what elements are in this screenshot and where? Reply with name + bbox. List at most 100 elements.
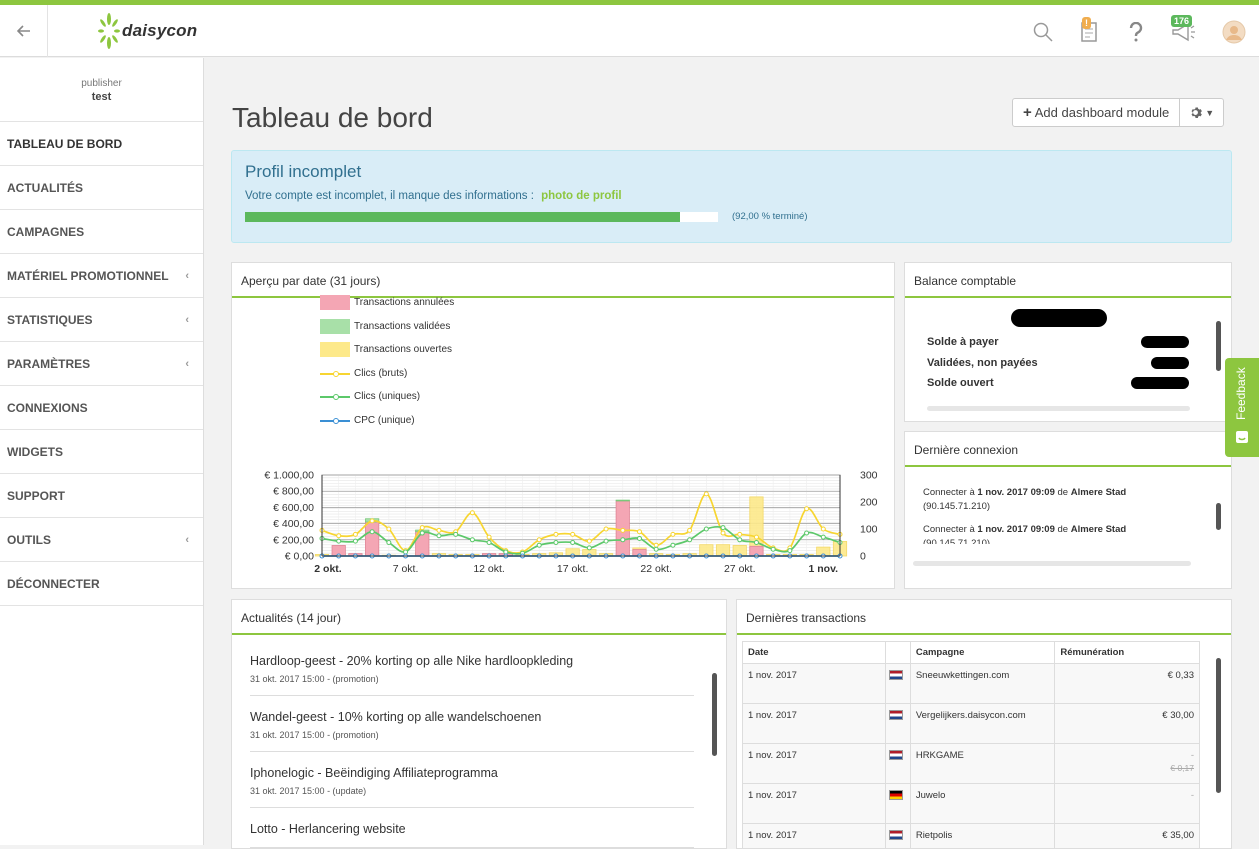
last-connection-panel: Dernière connexion Connecter à 1 nov. 20… [904,431,1232,589]
line-point [821,527,825,531]
alert-text: Votre compte est incomplet, il manque de… [245,190,1218,202]
news-item[interactable]: Wandel-geest - 10% korting op alle wande… [250,696,694,752]
tx-flag-cell [885,664,910,704]
add-dashboard-module-button[interactable]: + Add dashboard module [1013,99,1180,126]
gear-icon [1189,106,1202,119]
y-right-tick-label: 0 [860,551,866,563]
news-panel-title: Actualités (14 jour) [232,600,726,635]
tx-campaign[interactable]: Juwelo [910,784,1055,824]
sidebar-item-3[interactable]: MATÉRIEL PROMOTIONNEL‹ [0,254,203,298]
col-date[interactable]: Date [743,642,886,664]
line-point [621,528,625,532]
connection-hscrollbar[interactable] [913,561,1191,566]
add-dashboard-module-label: Add dashboard module [1035,105,1169,120]
connection-scrollbar[interactable] [1216,503,1221,530]
line-point [654,543,658,547]
sidebar-item-9[interactable]: OUTILS‹ [0,518,203,562]
line-point [404,550,408,554]
tx-campaign[interactable]: Sneeuwkettingen.com [910,664,1055,704]
feedback-tab[interactable]: Feedback [1225,358,1259,457]
sidebar-item-0[interactable]: TABLEAU DE BORD [0,122,203,166]
sidebar-item-6[interactable]: CONNEXIONS [0,386,203,430]
sidebar-item-5[interactable]: PARAMÈTRES‹ [0,342,203,386]
line-point [387,527,391,531]
missing-profile-photo-link[interactable]: photo de profil [541,190,621,202]
line-point [637,536,641,540]
table-row[interactable]: 1 nov. 2017Vergelijkers.daisycon.com€ 30… [743,704,1200,744]
news-item[interactable]: Lotto - Herlancering website [250,808,694,848]
flag-nl-icon [889,710,903,720]
y-left-tick-label: € 1.000,00 [264,470,314,482]
notifications-button[interactable]: ! [1074,17,1104,47]
tx-campaign[interactable]: Vergelijkers.daisycon.com [910,704,1055,744]
connection-list: Connecter à 1 nov. 2017 09:09 de Almere … [923,486,1203,544]
line-point [420,526,424,530]
top-bar: daisycon ! 176 [0,5,1259,57]
sidebar-item-label: CONNEXIONS [7,401,88,415]
news-title[interactable]: Lotto - Herlancering website [250,822,694,836]
col-campaign[interactable]: Campagne [910,642,1055,664]
news-title[interactable]: Hardloop-geest - 20% korting op alle Nik… [250,654,694,668]
sidebar-item-10[interactable]: DÉCONNECTER [0,562,203,606]
line-point [554,532,558,536]
sidebar-item-label: WIDGETS [7,445,63,459]
sidebar-item-label: PARAMÈTRES [7,357,90,371]
table-row[interactable]: 1 nov. 2017Rietpolis€ 35,00 [743,824,1200,849]
table-row[interactable]: 1 nov. 2017Juwelo- [743,784,1200,824]
line-point [370,530,374,534]
caret-down-icon: ▼ [1205,108,1214,118]
balance-panel-title: Balance comptable [905,263,1231,298]
search-button[interactable] [1028,17,1058,47]
line-point [554,541,558,545]
back-button[interactable] [0,5,48,57]
y-left-tick-label: € 200,00 [273,534,314,546]
transactions-scrollbar[interactable] [1216,658,1221,793]
news-scrollbar[interactable] [712,673,717,756]
line-point [671,543,675,547]
x-tick-label: 7 okt. [393,563,419,575]
news-item[interactable]: Iphonelogic - Beëindiging Affiliateprogr… [250,752,694,808]
news-item[interactable]: Hardloop-geest - 20% korting op alle Nik… [250,640,694,696]
help-button[interactable] [1121,17,1151,47]
news-title[interactable]: Wandel-geest - 10% korting op alle wande… [250,710,694,724]
transactions-body: 1 nov. 2017Sneeuwkettingen.com€ 0,331 no… [743,664,1200,849]
logo[interactable]: daisycon [98,13,197,49]
balance-hscrollbar[interactable] [927,406,1190,411]
line-point [537,543,541,547]
messages-button[interactable]: 176 [1168,17,1198,47]
table-row[interactable]: 1 nov. 2017Sneeuwkettingen.com€ 0,33 [743,664,1200,704]
flag-nl-icon [889,670,903,680]
user-menu-button[interactable] [1219,17,1249,47]
news-title[interactable]: Iphonelogic - Beëindiging Affiliateprogr… [250,766,694,780]
sidebar-item-2[interactable]: CAMPAGNES [0,210,203,254]
news-list: Hardloop-geest - 20% korting op alle Nik… [232,635,726,848]
sidebar-item-4[interactable]: STATISTIQUES‹ [0,298,203,342]
connection-entry: Connecter à 1 nov. 2017 09:09 de Almere … [923,486,1203,514]
sidebar-item-8[interactable]: SUPPORT [0,474,203,518]
tx-campaign[interactable]: Rietpolis [910,824,1055,849]
col-remuneration[interactable]: Rémunération [1055,642,1200,664]
balance-label: Validées, non payées [927,357,1038,369]
sidebar-item-7[interactable]: WIDGETS [0,430,203,474]
table-row[interactable]: 1 nov. 2017HRKGAME-€ 0,17 [743,744,1200,784]
line-point [437,534,441,538]
avatar [1222,20,1246,44]
x-tick-label: 12 okt. [473,563,505,575]
line-point [821,535,825,539]
line-point [604,539,608,543]
connection-ip: (90.145.71.210) [923,538,990,544]
line-point [738,532,742,536]
overview-chart: € 1.000,00€ 800,00€ 600,00€ 400,00€ 200,… [232,298,894,588]
balance-row: Solde ouvert [927,373,1189,394]
sidebar-item-1[interactable]: ACTUALITÉS [0,166,203,210]
alert-title: Profil incomplet [245,162,1218,182]
connection-ip: (90.145.71.210) [923,501,990,512]
balance-scrollbar[interactable] [1216,321,1221,371]
line-point [704,492,708,496]
line-point [504,550,508,554]
line-point [771,547,775,551]
settings-dropdown-button[interactable]: ▼ [1180,99,1223,126]
x-tick-label: 22 okt. [640,563,672,575]
line-point [805,507,809,511]
tx-campaign[interactable]: HRKGAME [910,744,1055,784]
